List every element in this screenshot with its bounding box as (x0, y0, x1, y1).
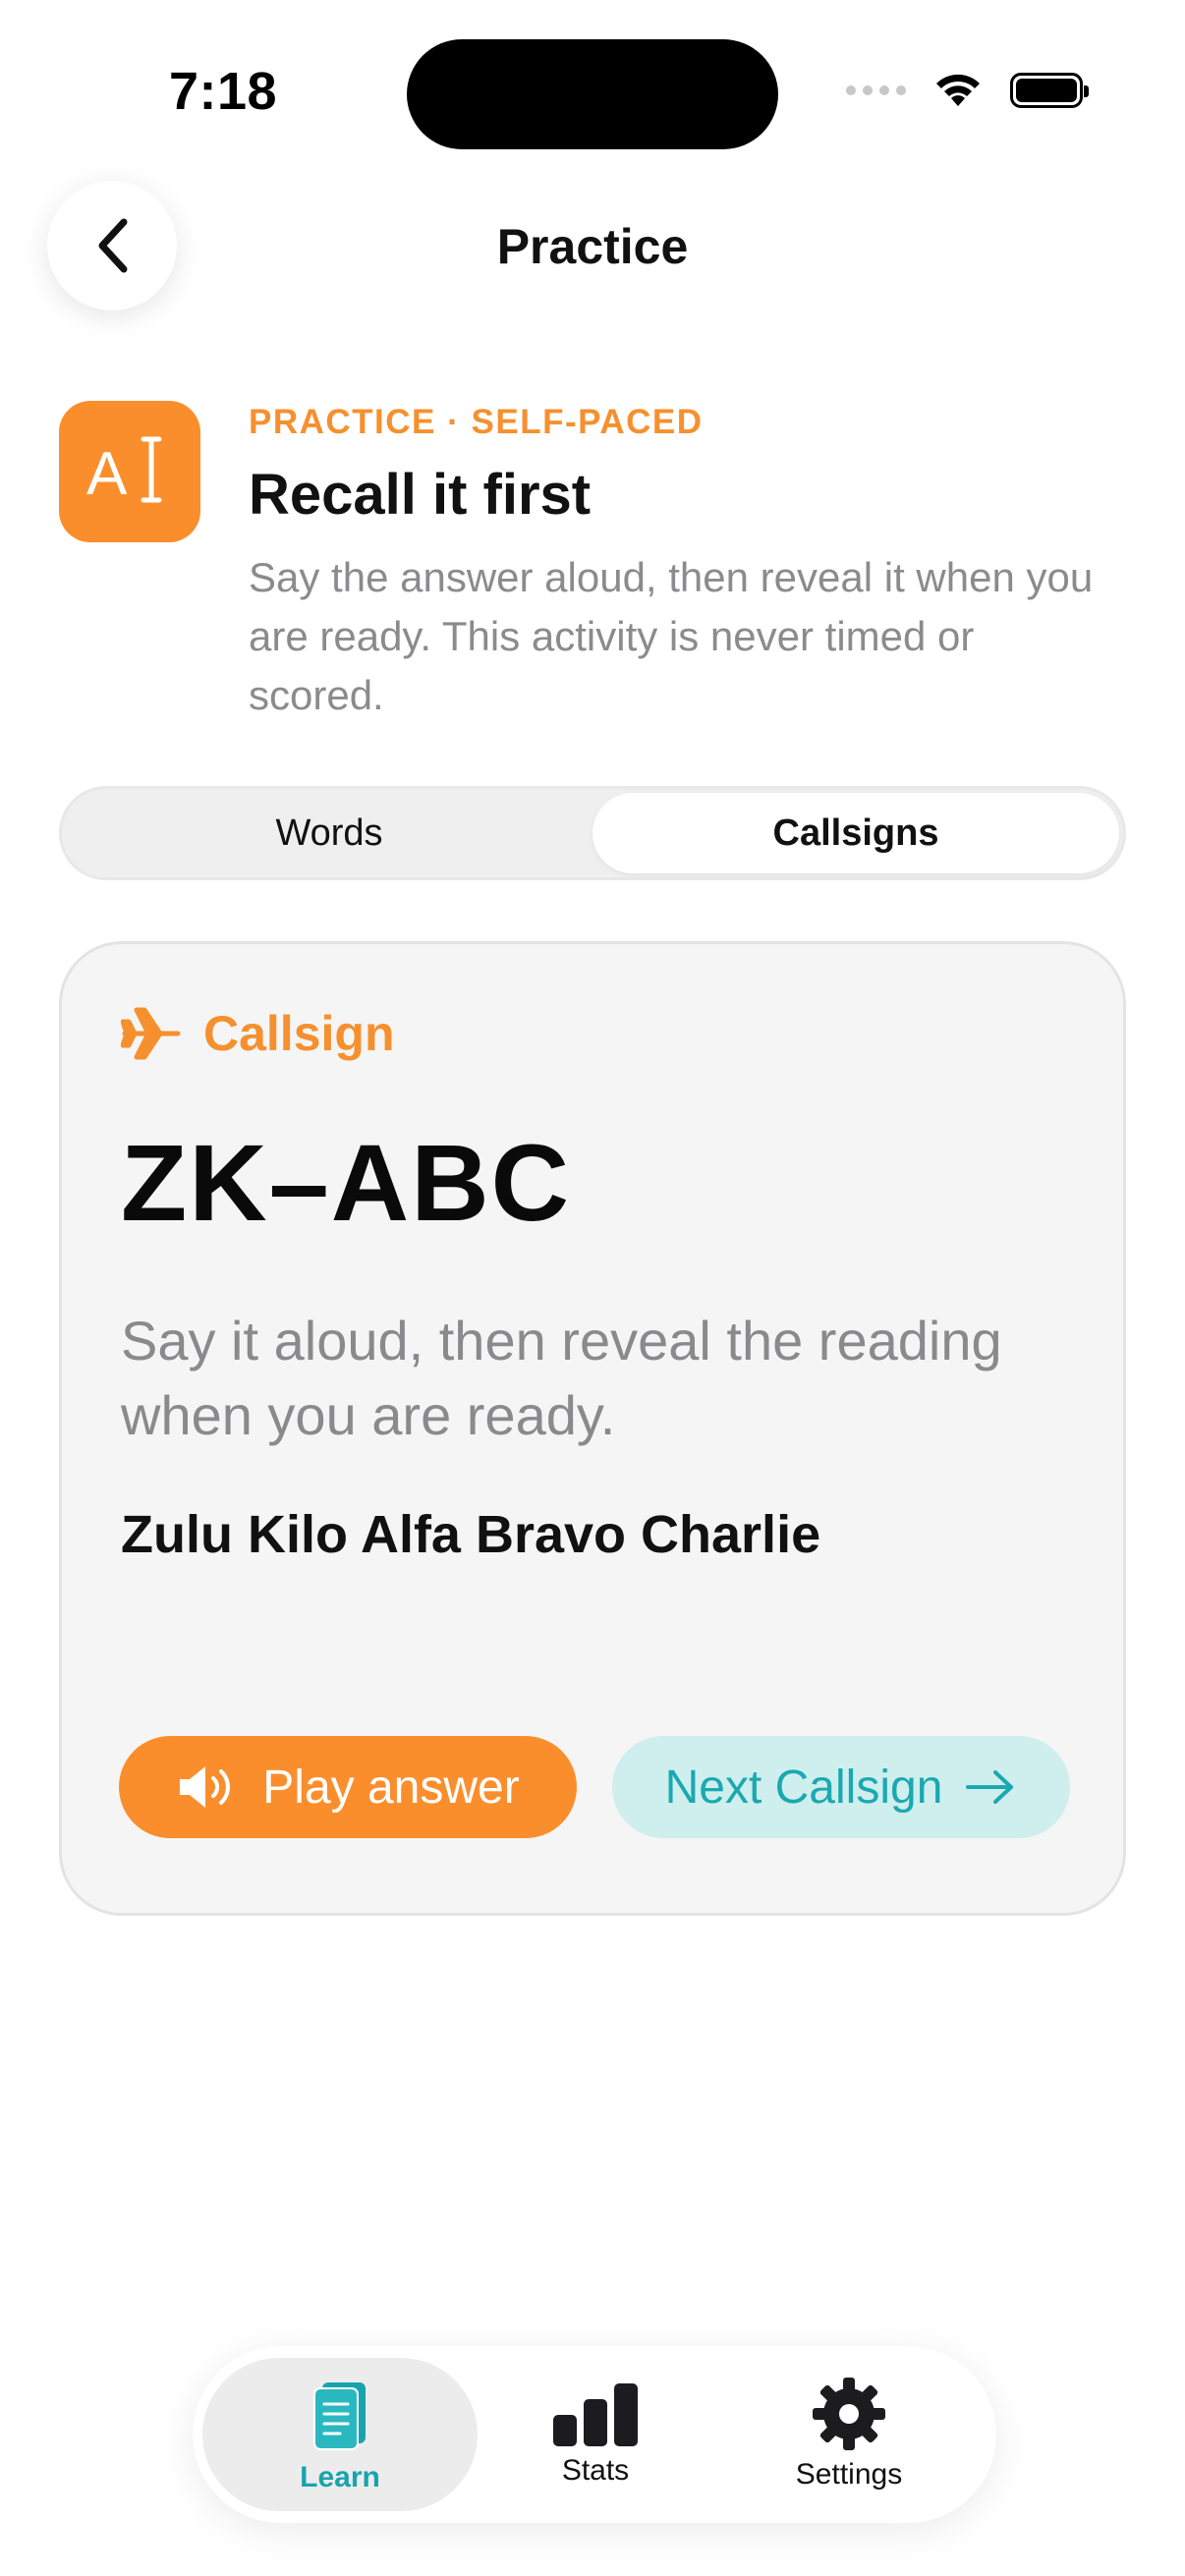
status-icons (846, 71, 1089, 110)
segment-callsigns[interactable]: Callsigns (592, 793, 1119, 873)
activity-title: Recall it first (249, 463, 592, 527)
activity-description: Say the answer aloud, then reveal it whe… (249, 554, 1094, 718)
recall-activity-icon: A (59, 401, 200, 542)
wifi-icon (936, 74, 980, 106)
page-title: Practice (496, 219, 689, 274)
dynamic-island (407, 39, 778, 149)
cellular-signal-icon (846, 85, 906, 95)
card-hint: Say it aloud, then reveal the reading wh… (121, 1310, 1002, 1446)
tab-learn-label: Learn (300, 2461, 380, 2493)
next-callsign-label: Next Callsign (664, 1761, 943, 1814)
play-answer-button[interactable]: Play answer (119, 1736, 577, 1838)
tab-learn[interactable]: Learn (202, 2358, 478, 2511)
mode-segmented-control: Words Callsigns (59, 786, 1126, 880)
segment-words[interactable]: Words (66, 793, 592, 873)
tab-bar: Learn Stats Settings (193, 2346, 996, 2523)
tab-stats-label: Stats (561, 2454, 630, 2487)
gear-icon (813, 2378, 885, 2450)
callsign-value: ZK–ABC (121, 1123, 572, 1244)
play-answer-label: Play answer (262, 1761, 520, 1814)
bar-chart-icon (553, 2383, 638, 2446)
callsign-reading: Zulu Kilo Alfa Bravo Charlie (121, 1505, 821, 1564)
tab-settings[interactable]: Settings (711, 2358, 987, 2511)
book-icon (313, 2382, 366, 2450)
text-cursor-icon: A (86, 436, 162, 508)
status-time: 7:18 (169, 62, 278, 121)
activity-eyebrow: PRACTICE · SELF-PACED (249, 403, 704, 441)
airplane-icon (121, 1007, 181, 1060)
tab-stats[interactable]: Stats (458, 2358, 733, 2511)
next-callsign-button[interactable]: Next Callsign (612, 1736, 1070, 1838)
battery-icon (1010, 73, 1089, 108)
practice-screen: 7:18 Practice A PRACTICE · SELF-PACED Re… (0, 0, 1185, 2576)
tab-settings-label: Settings (795, 2458, 903, 2491)
card-label-text: Callsign (203, 1006, 395, 1061)
arrow-right-icon (966, 1770, 1014, 1804)
callsign-card: Callsign ZK–ABC Say it aloud, then revea… (59, 941, 1126, 1916)
speaker-icon (180, 1766, 231, 1808)
icon-letter: A (86, 440, 128, 508)
card-label: Callsign (121, 1005, 394, 1062)
